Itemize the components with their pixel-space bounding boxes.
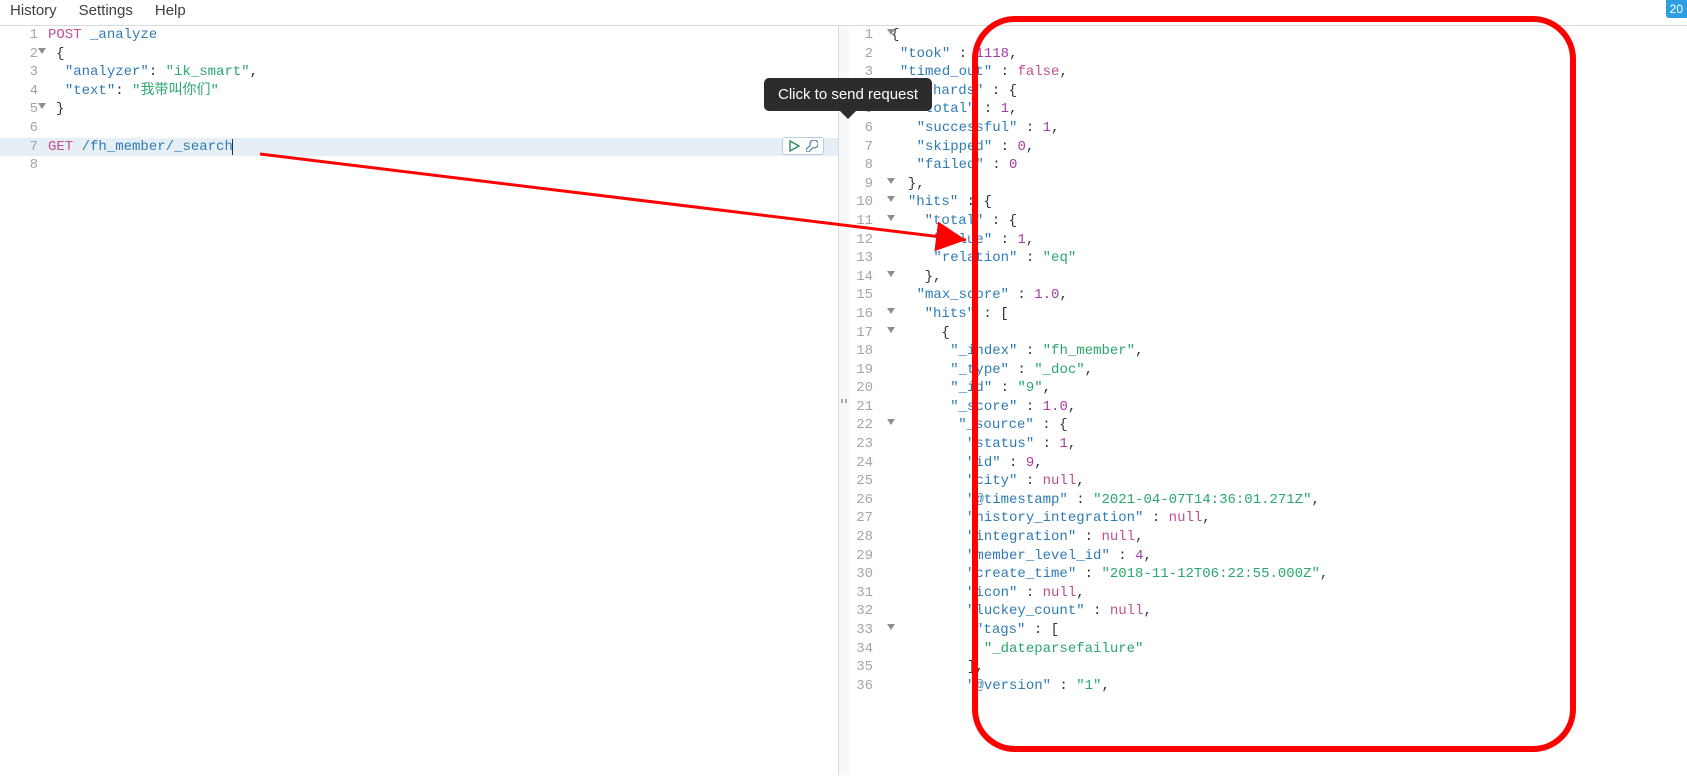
response-viewer[interactable]: 1{ 2 "took" : 1118, 3 "timed_out" : fals… — [849, 26, 1687, 775]
menu-help[interactable]: Help — [155, 2, 186, 19]
main-split: 1POST _analyze 2{ 3 "analyzer": "ik_smar… — [0, 26, 1687, 775]
endpoint-search: /fh_member/_search — [82, 139, 233, 155]
line-action-buttons — [782, 137, 824, 155]
menu-history[interactable]: History — [10, 2, 57, 19]
method-get: GET — [48, 139, 73, 155]
send-request-icon[interactable] — [787, 139, 801, 153]
menu-settings[interactable]: Settings — [79, 2, 133, 19]
endpoint-analyze: _analyze — [90, 27, 157, 43]
wrench-icon[interactable] — [805, 139, 819, 153]
request-editor[interactable]: 1POST _analyze 2{ 3 "analyzer": "ik_smar… — [0, 26, 839, 775]
method-post: POST — [48, 27, 82, 43]
pane-splitter[interactable] — [839, 26, 849, 775]
menubar: History Settings Help — [0, 0, 1687, 26]
status-badge: 20 — [1666, 0, 1687, 18]
